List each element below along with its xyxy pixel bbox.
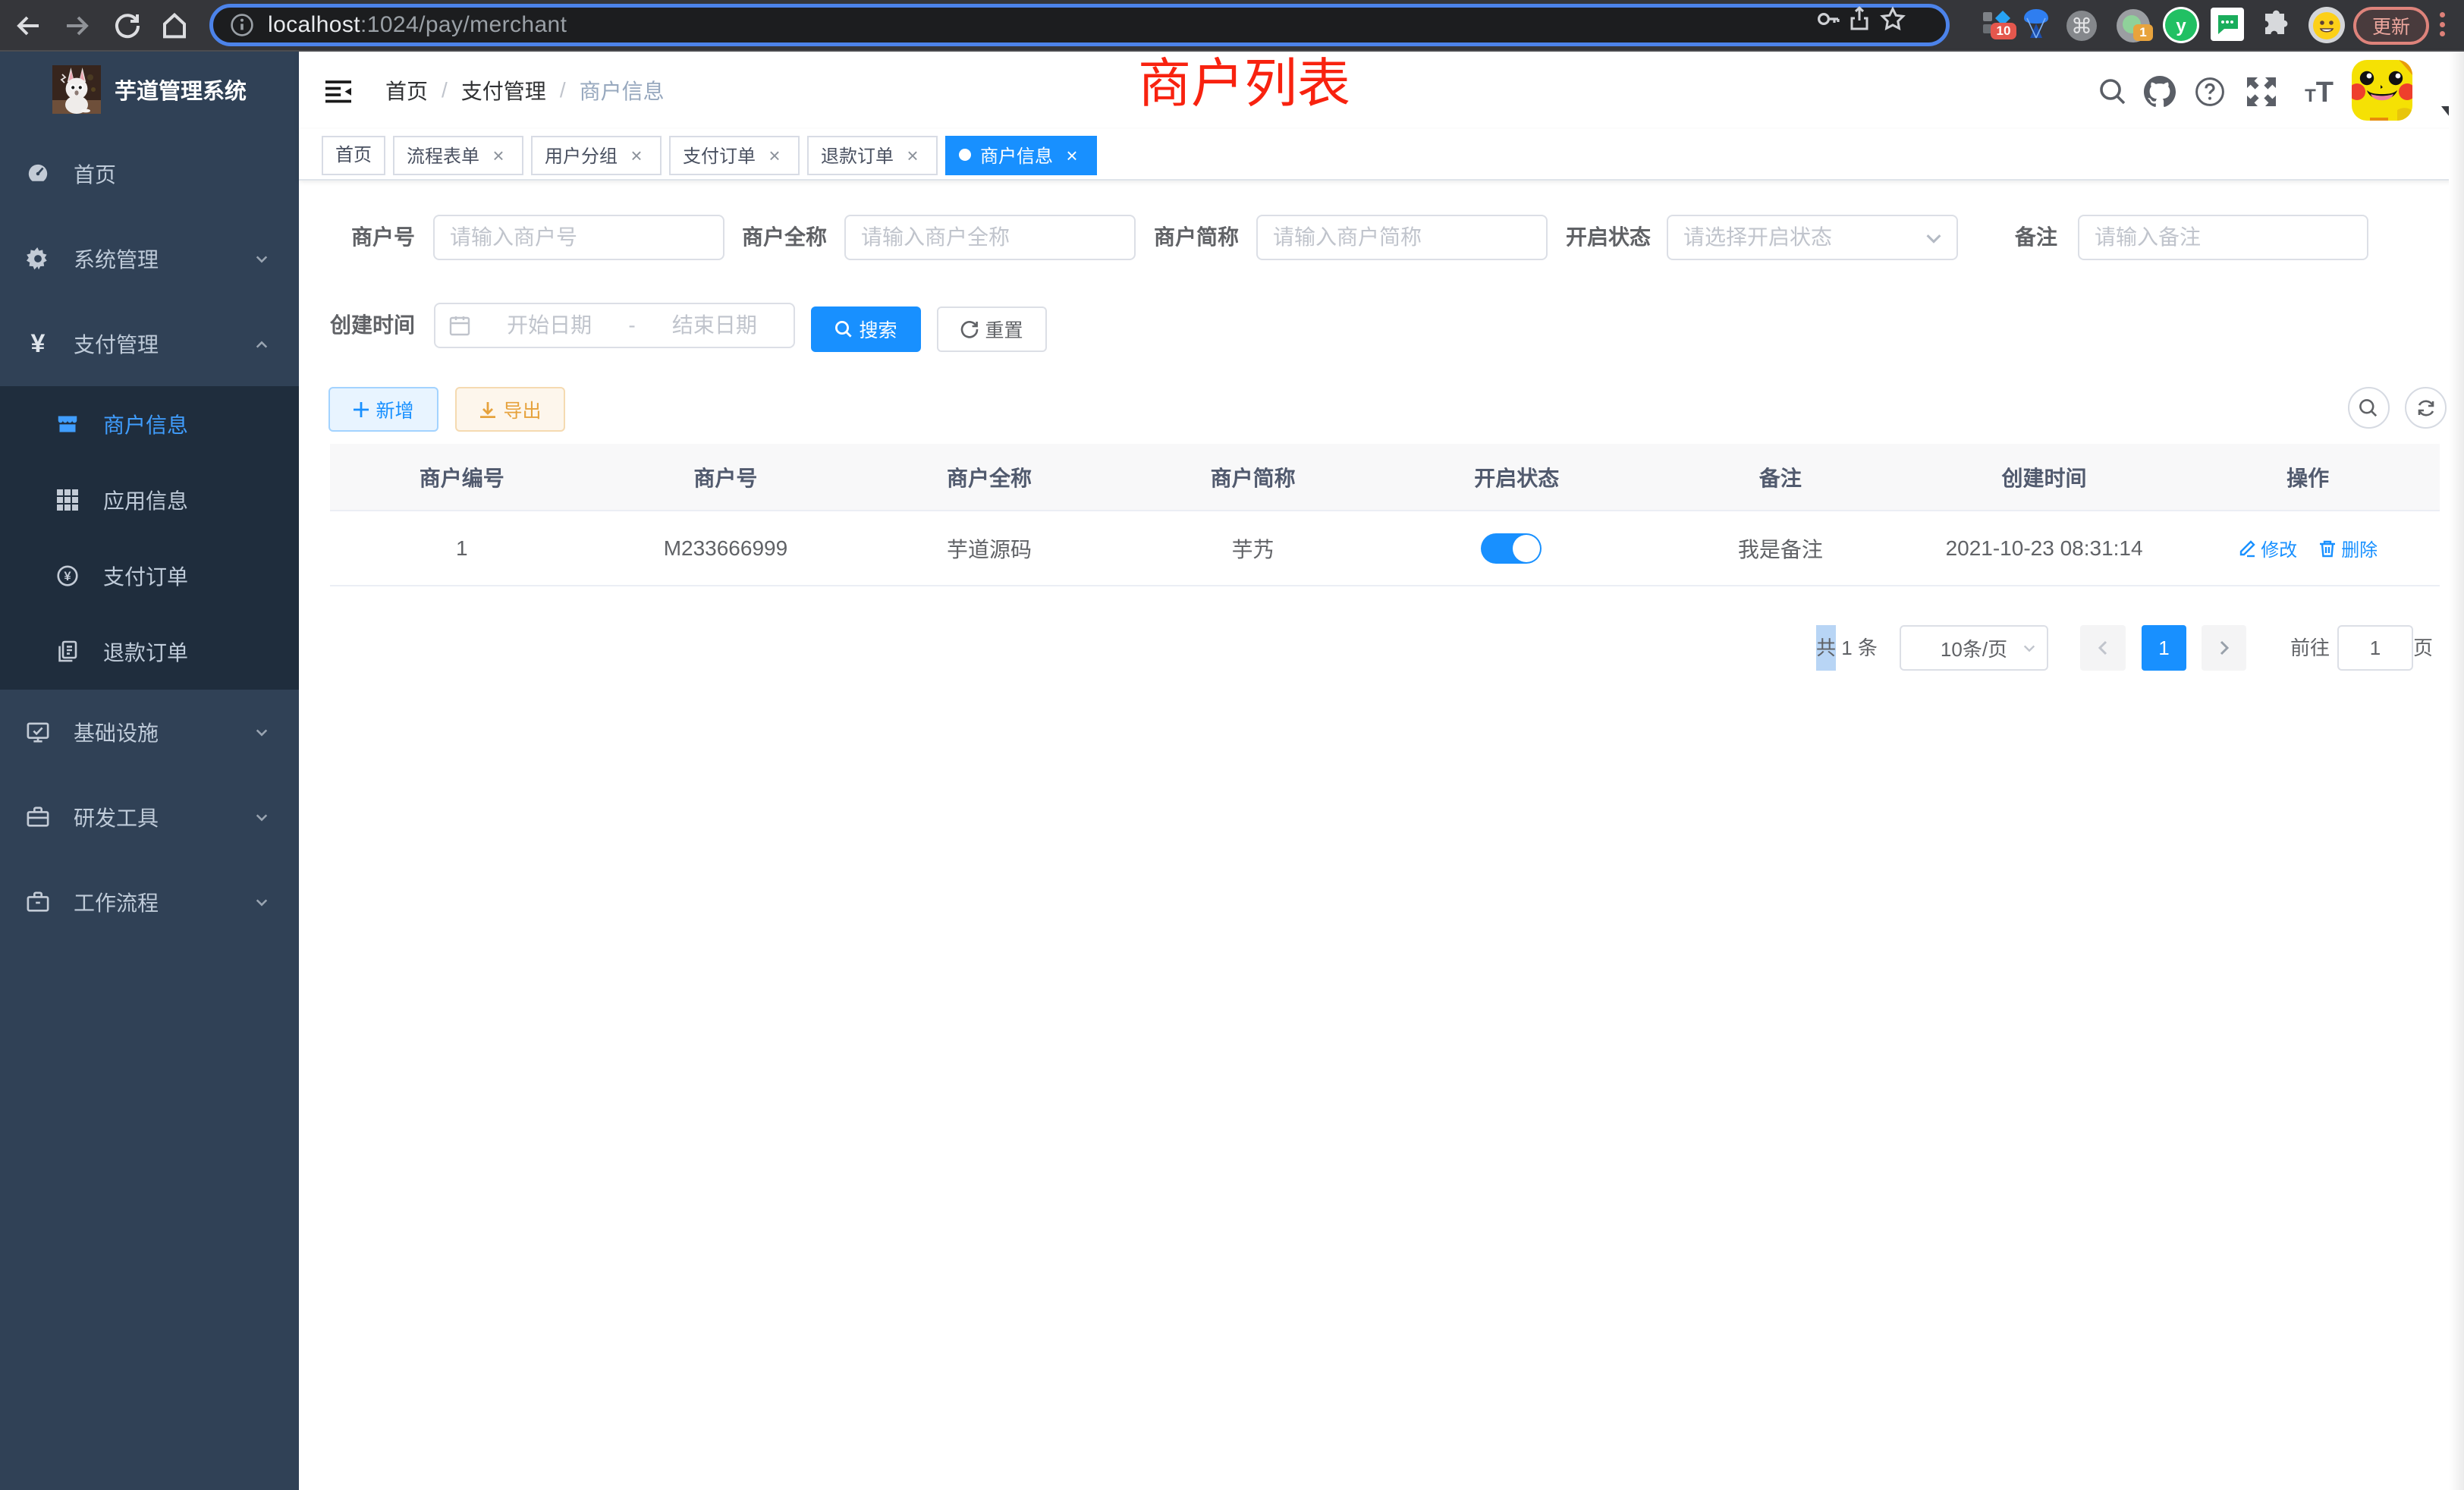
svg-text:y: y [2176,16,2186,36]
svg-text:¥: ¥ [64,569,71,583]
svg-text:⌘: ⌘ [2071,14,2092,38]
